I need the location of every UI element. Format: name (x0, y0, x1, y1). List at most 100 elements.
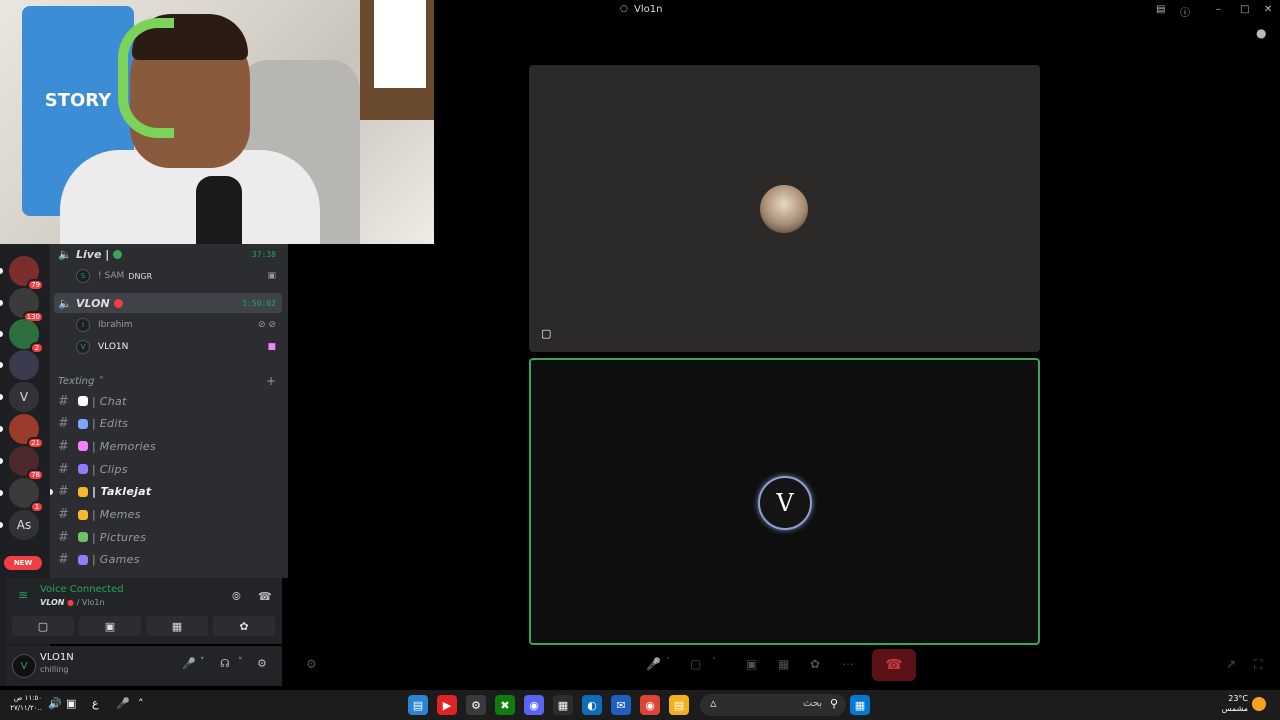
new-badge[interactable]: NEW (4, 556, 42, 570)
chevron-up-icon[interactable]: ˄ (138, 697, 144, 710)
avatar[interactable]: V (12, 654, 36, 678)
server-icon[interactable]: V (9, 382, 39, 412)
app-icon-chrome[interactable]: ◉ (640, 695, 660, 715)
app-icon-mail[interactable]: ✉ (611, 695, 631, 715)
username[interactable]: VLO1N (40, 652, 74, 663)
gear-icon[interactable]: ⚙ (257, 657, 267, 670)
screen-share-icon[interactable]: ▣ (746, 657, 757, 671)
text-channel-item[interactable]: # | Pictures (54, 527, 282, 547)
voice-user-sam[interactable]: S ! SAM DNGR ▣ (76, 266, 282, 286)
server-label: As (16, 518, 32, 532)
app-icon-file-explorer[interactable]: ▤ (669, 695, 689, 715)
app-icon-calendar[interactable]: ▤ (408, 695, 428, 715)
server-icon[interactable]: 79 (9, 256, 44, 291)
muted-deafened-icon: ⊘ ⊘ (258, 320, 276, 330)
channel-name: | Taklejat (92, 485, 152, 499)
user-tag: DNGR (128, 271, 153, 281)
server-label: V (19, 390, 29, 404)
soundboard-button[interactable]: ✿ (213, 616, 275, 636)
text-channel-item[interactable]: # | Edits (54, 414, 282, 434)
leave-call-button[interactable]: ☎ (872, 649, 916, 681)
server-icon[interactable]: 2 (9, 319, 44, 354)
voice-user-ibrahim[interactable]: I Ibrahim ⊘ ⊘ (76, 315, 282, 335)
app-icon-youtube[interactable]: ▶ (437, 695, 457, 715)
search-label: بحث (802, 698, 822, 709)
door-image (360, 0, 434, 120)
app-icon-steam[interactable]: ⚙ (466, 695, 486, 715)
close-icon[interactable]: ✕ (1264, 4, 1272, 15)
voice-user-name: ! SAM (98, 271, 125, 281)
screen-share-icon: ▣ (104, 619, 116, 633)
microphone-icon[interactable]: 🎤 (646, 657, 661, 671)
weather-widget[interactable]: 23°C مشمس (1218, 694, 1248, 714)
app-icon-store[interactable]: ▦ (553, 695, 573, 715)
headphones-icon[interactable]: ☊ (220, 657, 230, 670)
popout-icon[interactable]: ↗ (1226, 657, 1236, 671)
minimize-icon[interactable]: – (1216, 4, 1221, 15)
clock-date: ٢٧/١١/٢٠.. (10, 704, 42, 712)
channel-emoji-icon (78, 441, 88, 452)
chevron-down-icon[interactable]: ˅ (666, 657, 671, 667)
voice-status[interactable]: Voice Connected (40, 584, 124, 595)
category-texting[interactable]: Texting ˅ (58, 376, 103, 387)
app-icon-edge[interactable]: ◐ (582, 695, 602, 715)
chevron-down-icon[interactable]: ˅ (712, 657, 717, 667)
server-icon[interactable] (9, 350, 39, 380)
start-icon[interactable]: ▦ (850, 695, 870, 715)
microphone-icon[interactable]: 🎤 (116, 697, 130, 710)
text-channel-item[interactable]: # | Memes (54, 505, 282, 525)
language-indicator[interactable]: ع (92, 697, 99, 710)
participant-tile[interactable]: ▢ (529, 65, 1040, 352)
voice-user-vlo1n[interactable]: V VLO1N ■ (76, 337, 282, 357)
server-icon[interactable]: As (9, 510, 39, 540)
camera-toggle-button[interactable]: ▢ (12, 616, 74, 636)
text-channel-item[interactable]: # | Games (54, 550, 282, 570)
text-channel-item[interactable]: # | Chat (54, 391, 282, 411)
taskbar-search[interactable]: ▵ بحث ⚲ (700, 694, 846, 716)
avatar: V (76, 340, 90, 354)
hash-icon: # (58, 393, 69, 409)
text-channel-item[interactable]: # | Clips (54, 459, 282, 479)
more-icon[interactable]: ⋯ (842, 657, 854, 671)
participant-tile-speaking[interactable]: V (529, 358, 1040, 645)
voice-location[interactable]: VLON ● / Vlo1n (40, 598, 105, 607)
soundboard-icon[interactable]: ✿ (810, 657, 820, 671)
chat-icon[interactable]: ● (1256, 26, 1266, 40)
activities-button[interactable]: ▦ (146, 616, 208, 636)
server-icon[interactable]: 130 (9, 288, 44, 323)
server-icon[interactable]: 78 (9, 446, 44, 481)
volume-icon[interactable]: 🔊 (48, 697, 62, 710)
chevron-down-icon[interactable]: ˅ (238, 657, 243, 667)
network-icon[interactable]: ▣ (66, 697, 76, 710)
server-icon[interactable]: 1 (9, 478, 44, 513)
voice-channel-live[interactable]: 🔈 Live | 37:38 (54, 244, 282, 264)
fullscreen-icon[interactable]: ⛶ (1254, 657, 1262, 672)
inbox-icon[interactable]: ▤ (1156, 4, 1165, 15)
invite-icon[interactable]: ⚙ (306, 657, 317, 671)
server-icon[interactable]: 21 (9, 414, 44, 449)
webcam-overlay: STORY (0, 0, 434, 244)
activities-icon[interactable]: ▦ (778, 657, 789, 671)
activity-icon: ■ (267, 342, 276, 352)
screen-share-button[interactable]: ▣ (79, 616, 141, 636)
app-icon-xbox[interactable]: ✖ (495, 695, 515, 715)
hash-icon: # (58, 529, 69, 545)
avatar: S (76, 269, 90, 283)
app-icon-discord[interactable]: ◉ (524, 695, 544, 715)
channel-emoji-icon (78, 396, 88, 406)
channel-name: | Pictures (92, 530, 147, 544)
maximize-icon[interactable]: □ (1240, 4, 1249, 15)
disconnect-icon[interactable]: ☎ (258, 590, 272, 603)
avatar: I (76, 318, 90, 332)
help-icon[interactable]: ⓘ (1180, 4, 1190, 19)
text-channel-item[interactable]: # | Memories (54, 436, 282, 456)
clock[interactable]: ١١:٥٠ ص ٢٧/١١/٢٠.. (8, 693, 42, 713)
camera-off-icon[interactable]: ▢ (690, 657, 701, 671)
voice-channel-vlon[interactable]: 🔈 VLON 1:50:02 (54, 293, 282, 313)
text-channel-item[interactable]: # | Taklejat (50, 482, 282, 502)
voice-user-name: Ibrahim (98, 320, 133, 330)
noise-suppression-icon[interactable]: ⦾ (232, 590, 241, 604)
chevron-down-icon[interactable]: ˅ (200, 657, 205, 667)
add-channel-icon[interactable]: + (266, 374, 276, 388)
microphone-icon[interactable]: 🎤 (182, 657, 196, 670)
